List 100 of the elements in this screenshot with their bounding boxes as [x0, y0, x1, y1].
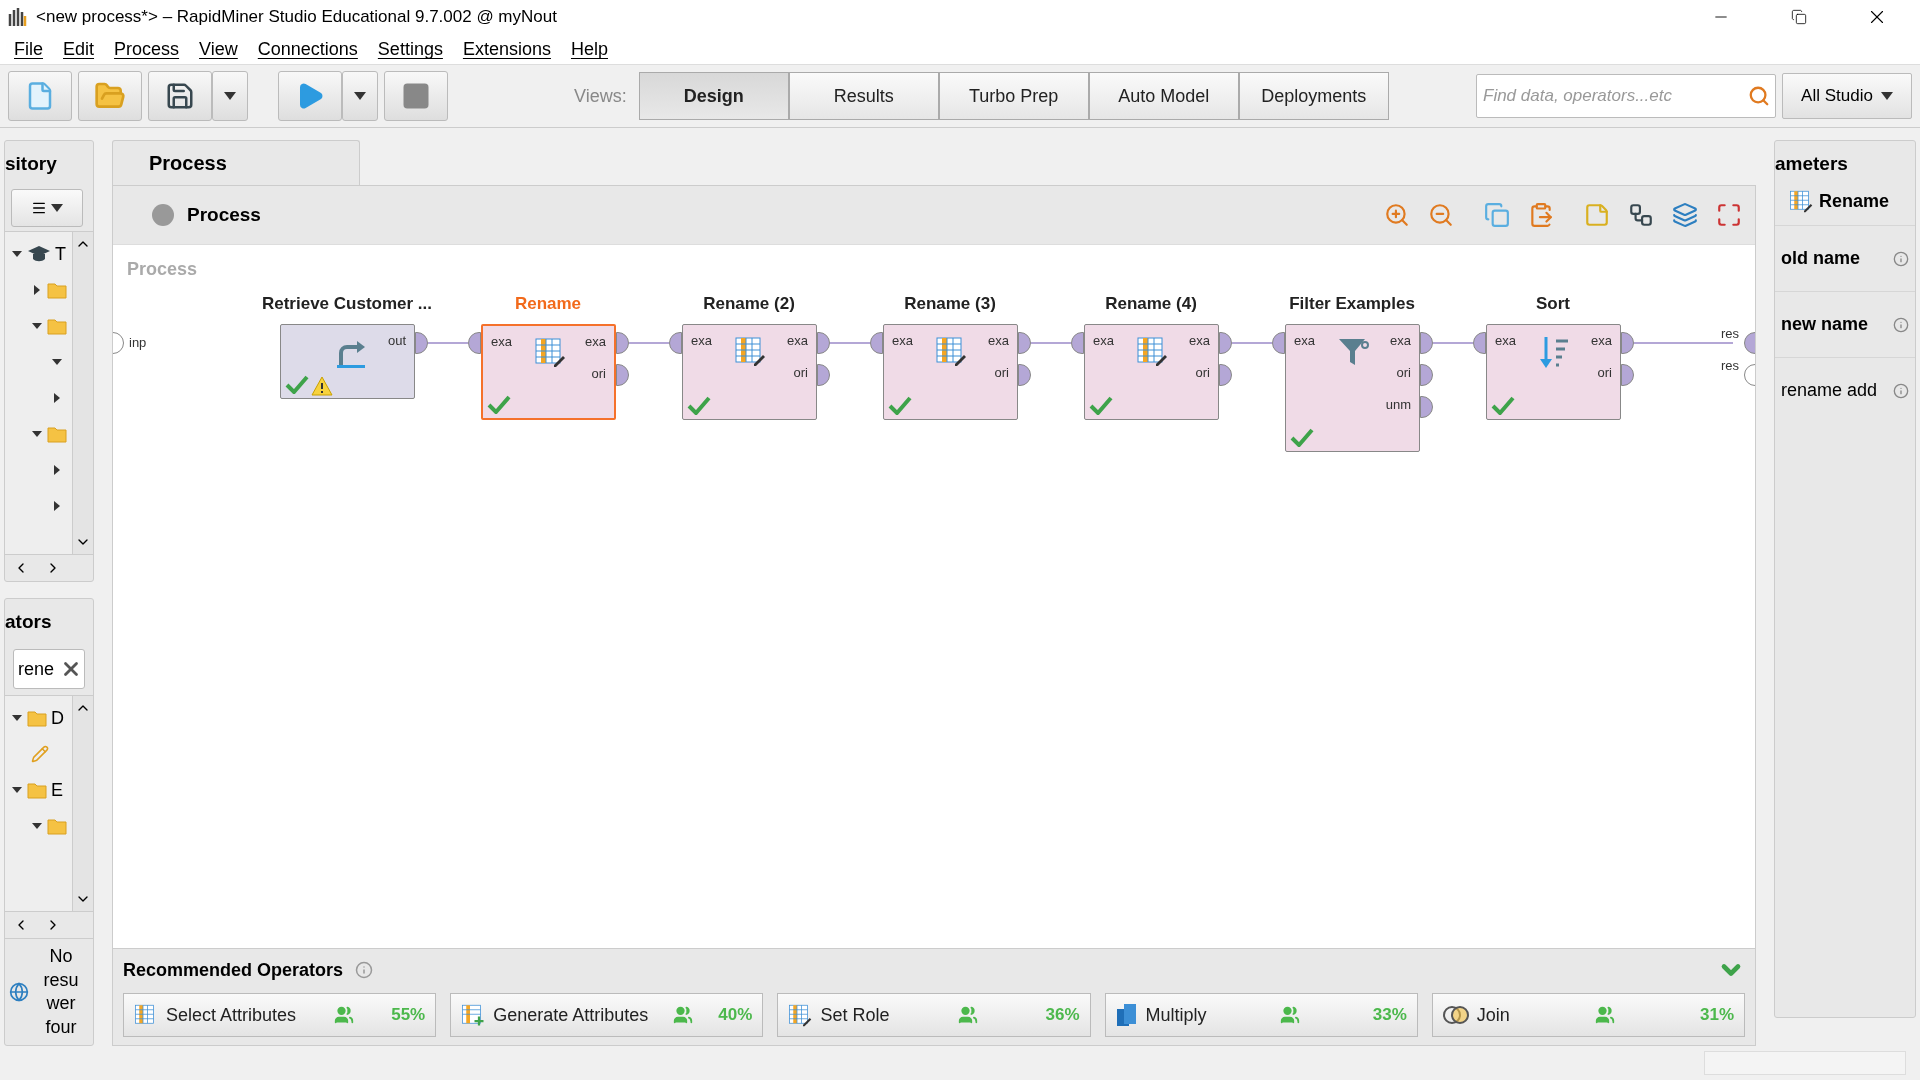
new-process-button[interactable]: [8, 71, 72, 121]
menu-item[interactable]: Edit: [53, 38, 105, 60]
input-port[interactable]: [1272, 332, 1285, 354]
breadcrumb[interactable]: Process: [187, 204, 1369, 226]
port-label: res: [1720, 358, 1739, 373]
menu-item[interactable]: View: [189, 38, 248, 60]
usage-share: 31%: [1699, 1005, 1734, 1025]
canvas-label: Process: [127, 259, 198, 280]
info-icon[interactable]: [1893, 382, 1909, 399]
view-tab[interactable]: Design: [638, 72, 789, 120]
restore-icon[interactable]: [1791, 9, 1807, 25]
input-port[interactable]: [1473, 332, 1486, 354]
scope-dropdown[interactable]: All Studio: [1782, 73, 1912, 119]
output-port[interactable]: [1018, 332, 1031, 354]
operator-search-field[interactable]: rene: [13, 649, 85, 689]
process-output-port[interactable]: [1744, 332, 1755, 354]
input-port[interactable]: [669, 332, 682, 354]
caret-icon[interactable]: [51, 204, 63, 212]
views-label: Views:: [574, 85, 627, 107]
table-edit-icon: [788, 1003, 813, 1027]
output-port[interactable]: [1219, 364, 1232, 386]
usage-share: 33%: [1372, 1005, 1407, 1025]
menu-item[interactable]: Help: [560, 38, 618, 60]
process-input-port[interactable]: [113, 332, 124, 354]
menu-item[interactable]: File: [4, 38, 53, 60]
menu-item[interactable]: Extensions: [452, 38, 561, 60]
info-icon[interactable]: [1893, 316, 1909, 333]
search-field[interactable]: Find data, operators...etc: [1476, 74, 1776, 118]
recommended-operator-button[interactable]: Select Attributes 55%: [123, 993, 437, 1037]
tree-item-label[interactable]: E: [51, 779, 63, 801]
input-port[interactable]: [1071, 332, 1084, 354]
output-port[interactable]: [1219, 332, 1232, 354]
output-port[interactable]: [817, 364, 830, 386]
operator-title: Sort: [1536, 294, 1570, 314]
app-logo-icon: [8, 6, 28, 28]
info-icon[interactable]: [1893, 250, 1909, 267]
operator-node[interactable]: exa exa ori: [481, 324, 616, 420]
output-port[interactable]: [1621, 332, 1634, 354]
output-port[interactable]: [1018, 364, 1031, 386]
recommended-title: Recommended Operators: [123, 959, 344, 981]
panel-title: sitory: [5, 152, 58, 176]
view-tab[interactable]: Auto Model: [1088, 72, 1239, 120]
open-button[interactable]: [78, 71, 142, 121]
scrollbar[interactable]: [72, 696, 93, 912]
input-port[interactable]: [870, 332, 883, 354]
output-port[interactable]: [1621, 364, 1634, 386]
save-dropdown-button[interactable]: [212, 71, 248, 121]
overlapping-circles-icon: [1442, 1005, 1469, 1025]
search-icon[interactable]: [1748, 85, 1770, 107]
operator-node[interactable]: exa exa ori: [1486, 324, 1621, 420]
retrieve-arrow-icon: [335, 339, 367, 369]
parameter-label: old name: [1781, 248, 1860, 269]
run-dropdown-button[interactable]: [342, 71, 378, 121]
operator-node[interactable]: exa exa ori: [682, 324, 817, 420]
operator-node[interactable]: exa exa ori unm: [1285, 324, 1420, 452]
save-icon[interactable]: [165, 81, 195, 111]
scrollbar[interactable]: [72, 232, 93, 554]
output-port[interactable]: [1420, 364, 1433, 386]
info-icon[interactable]: [355, 961, 374, 979]
menu-item[interactable]: Settings: [367, 38, 453, 60]
menu-button[interactable]: [11, 189, 83, 227]
tree-item-label[interactable]: D: [51, 707, 64, 729]
recommended-operator-button[interactable]: Join 31%: [1431, 993, 1745, 1037]
port-label: out: [387, 333, 406, 348]
view-tab[interactable]: Results: [788, 72, 939, 120]
check-icon: [1290, 427, 1314, 447]
check-icon: [1089, 395, 1113, 415]
operator-node[interactable]: out: [280, 324, 415, 399]
recommended-operator-button[interactable]: Generate Attributes 40%: [450, 993, 764, 1037]
warning-icon: [311, 376, 333, 396]
port-label: ori: [994, 365, 1009, 380]
view-tab[interactable]: Deployments: [1238, 72, 1389, 120]
operator-name: Rename: [1819, 190, 1890, 212]
input-port[interactable]: [468, 332, 481, 354]
view-tab[interactable]: Turbo Prep: [938, 72, 1089, 120]
output-port[interactable]: [817, 332, 830, 354]
output-port[interactable]: [616, 332, 629, 354]
operator-node[interactable]: exa exa ori: [883, 324, 1018, 420]
caret-icon[interactable]: [354, 92, 366, 100]
output-port[interactable]: [1420, 332, 1433, 354]
process-canvas[interactable]: Process inp res res Retrieve Customer ... out Rename exa exa ori Rename (2) exa exa ori Rename (3) exa exa ori Rename (4) exa exa ori Filter Examples exa exa ori unm Sort exa exa ori: [113, 245, 1755, 948]
recommended-operator-button[interactable]: Multiply 33%: [1104, 993, 1418, 1037]
check-icon: [1491, 395, 1515, 415]
menu-item[interactable]: Process: [104, 38, 190, 60]
caret-icon[interactable]: [1880, 92, 1893, 100]
operator-node[interactable]: exa exa ori: [1084, 324, 1219, 420]
tree-item-label[interactable]: T: [55, 243, 66, 265]
recommended-operator-button[interactable]: Set Role 36%: [777, 993, 1091, 1037]
output-port[interactable]: [616, 364, 629, 386]
usage-share: 36%: [1045, 1005, 1080, 1025]
caret-icon[interactable]: [224, 92, 236, 100]
menu-item[interactable]: Connections: [247, 38, 368, 60]
save-button[interactable]: [148, 71, 212, 121]
menu-icon[interactable]: [31, 200, 47, 216]
output-port[interactable]: [415, 332, 428, 354]
process-circle-icon: [151, 203, 175, 227]
output-port[interactable]: [1420, 396, 1433, 418]
process-tab[interactable]: Process: [112, 140, 360, 185]
process-output-port[interactable]: [1744, 364, 1755, 386]
folder-icon: [27, 709, 47, 727]
